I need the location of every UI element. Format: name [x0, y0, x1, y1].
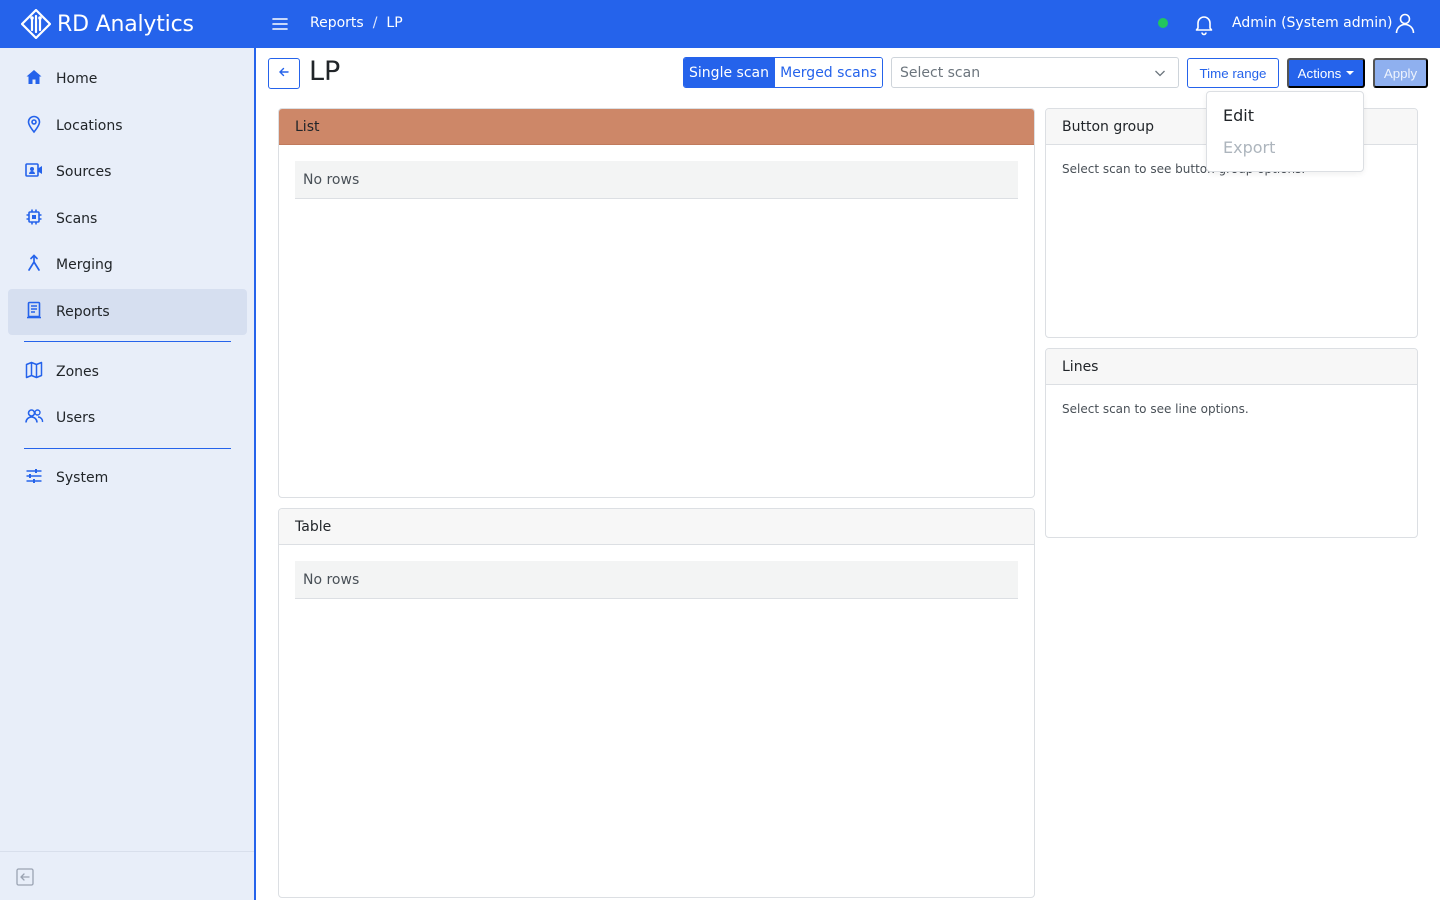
sidebar-item-label: Home: [56, 71, 98, 87]
sidebar-footer: [0, 851, 254, 900]
collapse-sidebar-icon[interactable]: [16, 868, 34, 886]
sliders-icon: [24, 466, 44, 490]
merged-scans-tab[interactable]: Merged scans: [774, 58, 882, 87]
chevron-down-icon: [1154, 67, 1166, 79]
sidebar: Home Locations Sources Scans Merging Rep…: [0, 48, 256, 900]
menu-item-edit[interactable]: Edit: [1223, 106, 1254, 125]
sidebar-item-label: Locations: [56, 118, 123, 134]
sidebar-item-label: Sources: [56, 164, 112, 180]
sidebar-item-label: Scans: [56, 211, 98, 227]
caret-down-icon: [1346, 71, 1355, 75]
actions-dropdown-button[interactable]: Actions: [1287, 58, 1365, 88]
user-icon[interactable]: [1393, 11, 1417, 35]
sidebar-item-scans[interactable]: Scans: [8, 196, 247, 242]
home-icon: [24, 67, 44, 91]
table-card-title: Table: [295, 518, 332, 535]
sidebar-item-zones[interactable]: Zones: [8, 349, 247, 395]
actions-button-label: Actions: [1297, 65, 1342, 81]
breadcrumb-separator: /: [372, 15, 378, 31]
map-icon: [24, 360, 44, 384]
table-card-header: Table: [279, 509, 1034, 545]
list-card-header: List: [279, 109, 1034, 145]
actions-dropdown-menu: Edit Export: [1206, 91, 1364, 172]
sidebar-item-label: Zones: [56, 364, 99, 380]
arrow-left-icon: [278, 66, 290, 81]
apply-button[interactable]: Apply: [1373, 58, 1428, 88]
breadcrumb-reports-link[interactable]: Reports: [310, 15, 364, 31]
brand[interactable]: RD Analytics: [0, 0, 256, 48]
sidebar-item-reports[interactable]: Reports: [8, 289, 247, 335]
breadcrumb: Reports / LP: [310, 15, 403, 31]
sidebar-divider: [24, 341, 231, 342]
table-card: Table No rows: [278, 508, 1035, 898]
lines-card: Lines Select scan to see line options.: [1045, 348, 1418, 538]
sidebar-item-sources[interactable]: Sources: [8, 149, 247, 195]
app-name: RD Analytics: [57, 11, 194, 37]
sidebar-item-merging[interactable]: Merging: [8, 242, 247, 288]
user-name[interactable]: Admin (System admin): [1232, 15, 1393, 31]
time-range-button[interactable]: Time range: [1187, 58, 1279, 88]
lines-card-title: Lines: [1062, 358, 1099, 375]
page-title: LP: [309, 56, 341, 87]
sidebar-item-label: Reports: [56, 304, 110, 320]
scan-select-placeholder: Select scan: [900, 64, 981, 81]
lines-card-header: Lines: [1046, 349, 1417, 385]
button-group-card-title: Button group: [1062, 118, 1155, 135]
list-card: List No rows: [278, 108, 1035, 498]
breadcrumb-current: LP: [386, 15, 403, 31]
map-pin-icon: [24, 114, 44, 138]
logo-icon: [20, 8, 52, 40]
sidebar-item-home[interactable]: Home: [8, 56, 247, 102]
sidebar-item-label: System: [56, 470, 109, 486]
back-button[interactable]: [268, 58, 300, 89]
bell-icon[interactable]: [1192, 12, 1216, 36]
sidebar-item-system[interactable]: System: [8, 455, 247, 501]
sidebar-item-label: Merging: [56, 257, 113, 273]
list-empty-row: No rows: [295, 161, 1018, 199]
sidebar-item-users[interactable]: Users: [8, 395, 247, 441]
hamburger-menu-icon[interactable]: [268, 12, 292, 36]
sidebar-item-locations[interactable]: Locations: [8, 103, 247, 149]
single-scan-tab[interactable]: Single scan: [684, 58, 774, 87]
chip-icon: [24, 207, 44, 231]
scan-mode-toggle: Single scan Merged scans: [683, 57, 883, 88]
table-empty-row: No rows: [295, 561, 1018, 599]
lines-note: Select scan to see line options.: [1062, 402, 1249, 416]
top-bar: RD Analytics Reports / LP Admin (System …: [0, 0, 1440, 48]
merge-icon: [24, 253, 44, 277]
camera-source-icon: [24, 160, 44, 184]
sidebar-item-label: Users: [56, 410, 96, 426]
list-card-title: List: [295, 118, 320, 135]
report-icon: [24, 300, 44, 324]
users-icon: [24, 406, 44, 430]
scan-select[interactable]: Select scan: [891, 57, 1179, 88]
menu-item-export: Export: [1223, 138, 1276, 157]
sidebar-divider: [24, 448, 231, 449]
connection-status-dot: [1158, 18, 1168, 28]
